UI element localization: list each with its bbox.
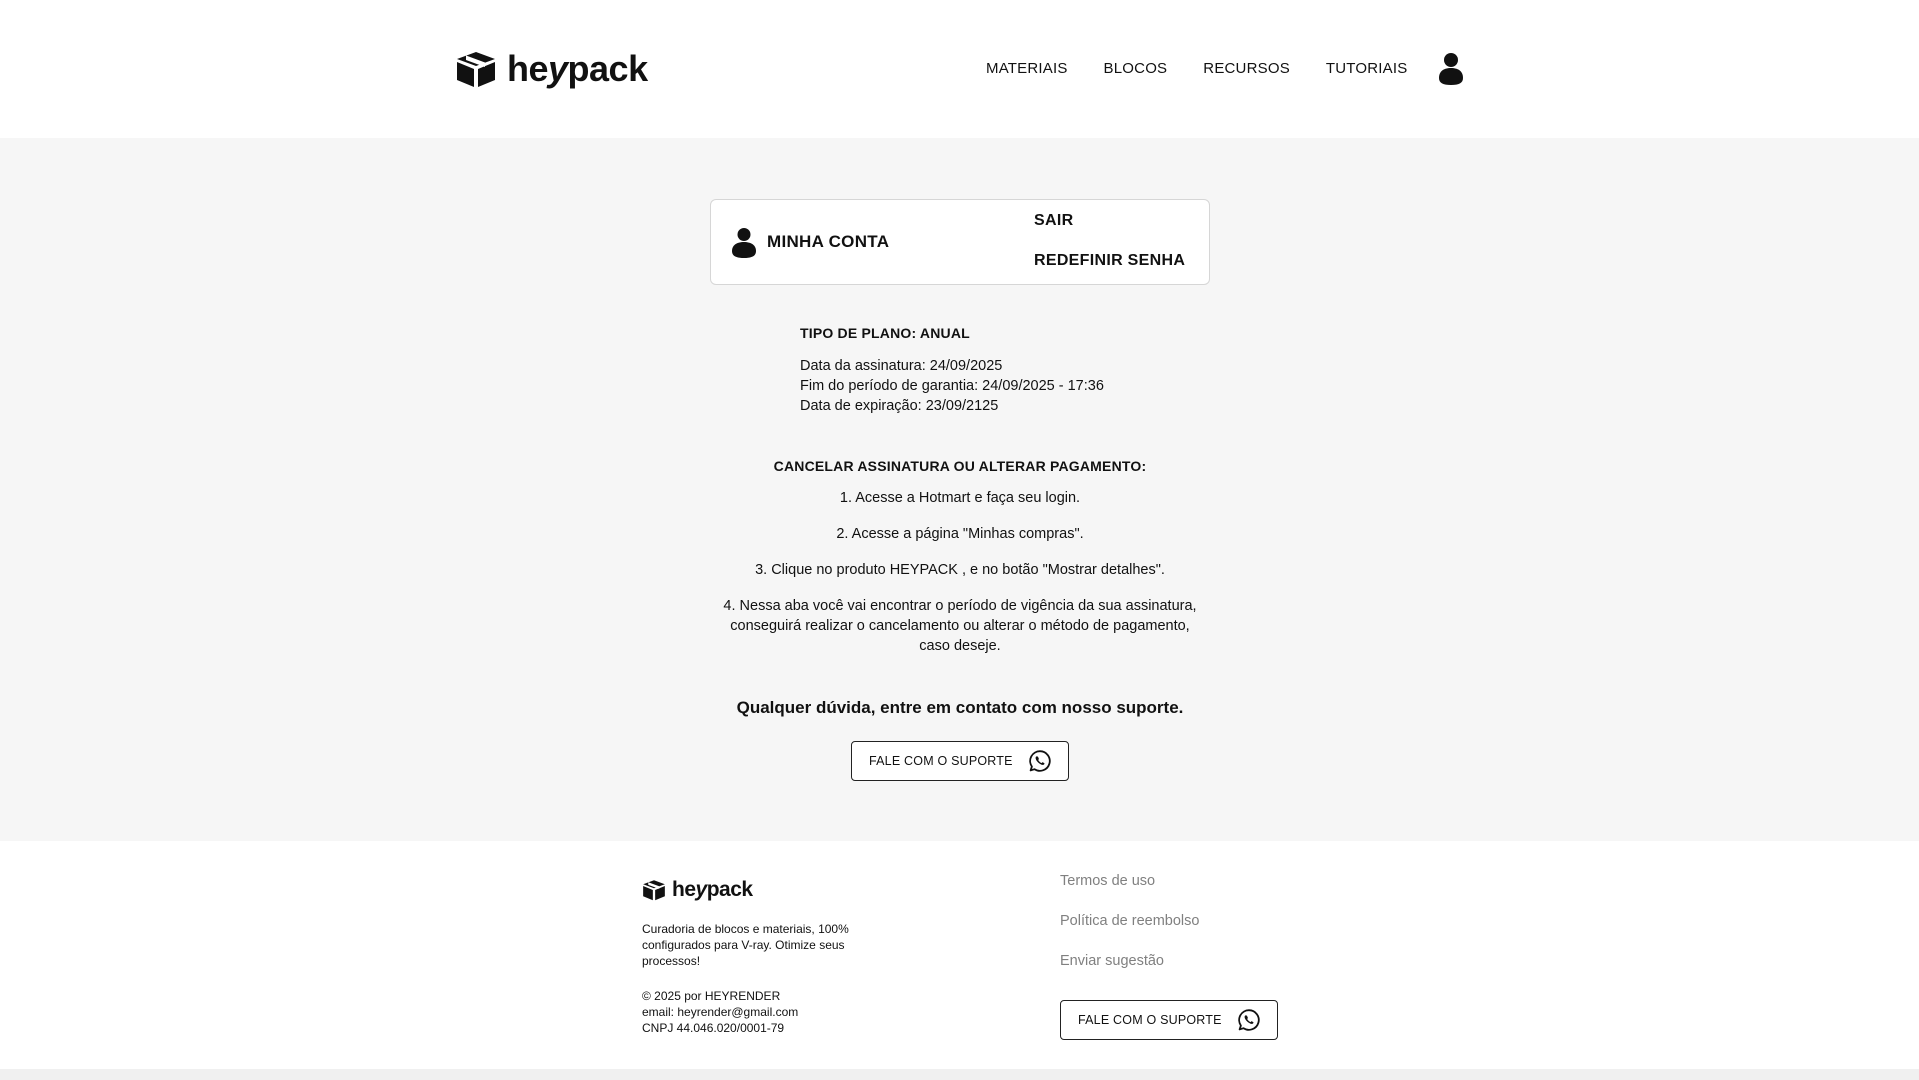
cancel-title: CANCELAR ASSINATURA OU ALTERAR PAGAMENTO… bbox=[773, 458, 1147, 474]
instruction-step: 2. Acesse a página "Minhas compras". bbox=[836, 526, 1084, 542]
footer-copyright: © 2025 por HEYRENDER bbox=[642, 989, 781, 1003]
nav-item-recursos[interactable]: RECURSOS bbox=[1203, 60, 1290, 77]
whatsapp-icon bbox=[1029, 750, 1051, 772]
reset-password-link[interactable]: REDEFINIR SENHA bbox=[1034, 252, 1185, 270]
footer-cnpj: CNPJ 44.046.020/0001-79 bbox=[642, 1021, 785, 1035]
logout-link[interactable]: SAIR bbox=[1034, 212, 1073, 230]
whatsapp-icon bbox=[1238, 1009, 1260, 1031]
subscription-date: Data da assinatura: 24/09/2025 bbox=[800, 358, 1003, 374]
brand-logo[interactable]: heypack bbox=[455, 48, 648, 90]
contact-support-button[interactable]: FALE COM O SUPORTE bbox=[851, 741, 1069, 781]
cancel-instructions: CANCELAR ASSINATURA OU ALTERAR PAGAMENTO… bbox=[700, 458, 1220, 672]
refund-policy-link[interactable]: Política de reembolso bbox=[1060, 913, 1199, 929]
support-prompt: Qualquer dúvida, entre em contato com no… bbox=[736, 698, 1184, 717]
plan-details: TIPO DE PLANO: ANUAL Data da assinatura:… bbox=[800, 325, 1220, 416]
guarantee-end-date: Fim do período de garantia: 24/09/2025 -… bbox=[800, 378, 1104, 394]
support-button-label: FALE COM O SUPORTE bbox=[1078, 1013, 1222, 1027]
site-header: heypack MATERIAIS BLOCOS RECURSOS TUTORI… bbox=[0, 0, 1919, 138]
send-suggestion-link[interactable]: Enviar sugestão bbox=[1060, 953, 1164, 969]
footer-brand-logo[interactable]: heypack bbox=[642, 878, 753, 902]
user-account-icon[interactable] bbox=[1438, 52, 1464, 91]
footer-description: Curadoria de blocos e materiais, 100% co… bbox=[642, 922, 849, 968]
account-card: MINHA CONTA SAIR REDEFINIR SENHA bbox=[710, 199, 1210, 285]
user-icon bbox=[731, 227, 757, 264]
page-title: MINHA CONTA bbox=[767, 232, 890, 251]
terms-of-use-link[interactable]: Termos de uso bbox=[1060, 873, 1155, 889]
footer-brand-wordmark: heypack bbox=[672, 878, 753, 901]
account-page: MINHA CONTA SAIR REDEFINIR SENHA TIPO DE… bbox=[0, 138, 1919, 841]
footer-contact-support-button[interactable]: FALE COM O SUPORTE bbox=[1060, 1000, 1278, 1040]
box-logo-icon bbox=[457, 52, 495, 87]
expiration-date: Data de expiração: 23/09/2125 bbox=[800, 398, 999, 414]
footer-email: email: heyrender@gmail.com bbox=[642, 1005, 799, 1019]
site-footer: heypack Curadoria de blocos e materiais,… bbox=[0, 841, 1919, 1069]
footer-bottom-strip bbox=[0, 1069, 1919, 1080]
nav-item-tutoriais[interactable]: TUTORIAIS bbox=[1326, 60, 1408, 77]
nav-item-materiais[interactable]: MATERIAIS bbox=[986, 60, 1068, 77]
footer-company-info: © 2025 por HEYRENDER email: heyrender@gm… bbox=[642, 988, 798, 1036]
instruction-step: 4. Nessa aba você vai encontrar o períod… bbox=[723, 598, 1197, 654]
main-nav: MATERIAIS BLOCOS RECURSOS TUTORIAIS bbox=[986, 60, 1407, 77]
nav-item-blocos[interactable]: BLOCOS bbox=[1104, 60, 1168, 77]
support-button-label: FALE COM O SUPORTE bbox=[869, 754, 1013, 768]
plan-type: TIPO DE PLANO: ANUAL bbox=[800, 325, 970, 341]
brand-wordmark: heypack bbox=[507, 48, 648, 89]
box-logo-icon bbox=[643, 880, 665, 901]
instruction-step: 1. Acesse a Hotmart e faça seu login. bbox=[839, 490, 1081, 506]
instruction-step: 3. Clique no produto HEYPACK , e no botã… bbox=[755, 562, 1165, 578]
